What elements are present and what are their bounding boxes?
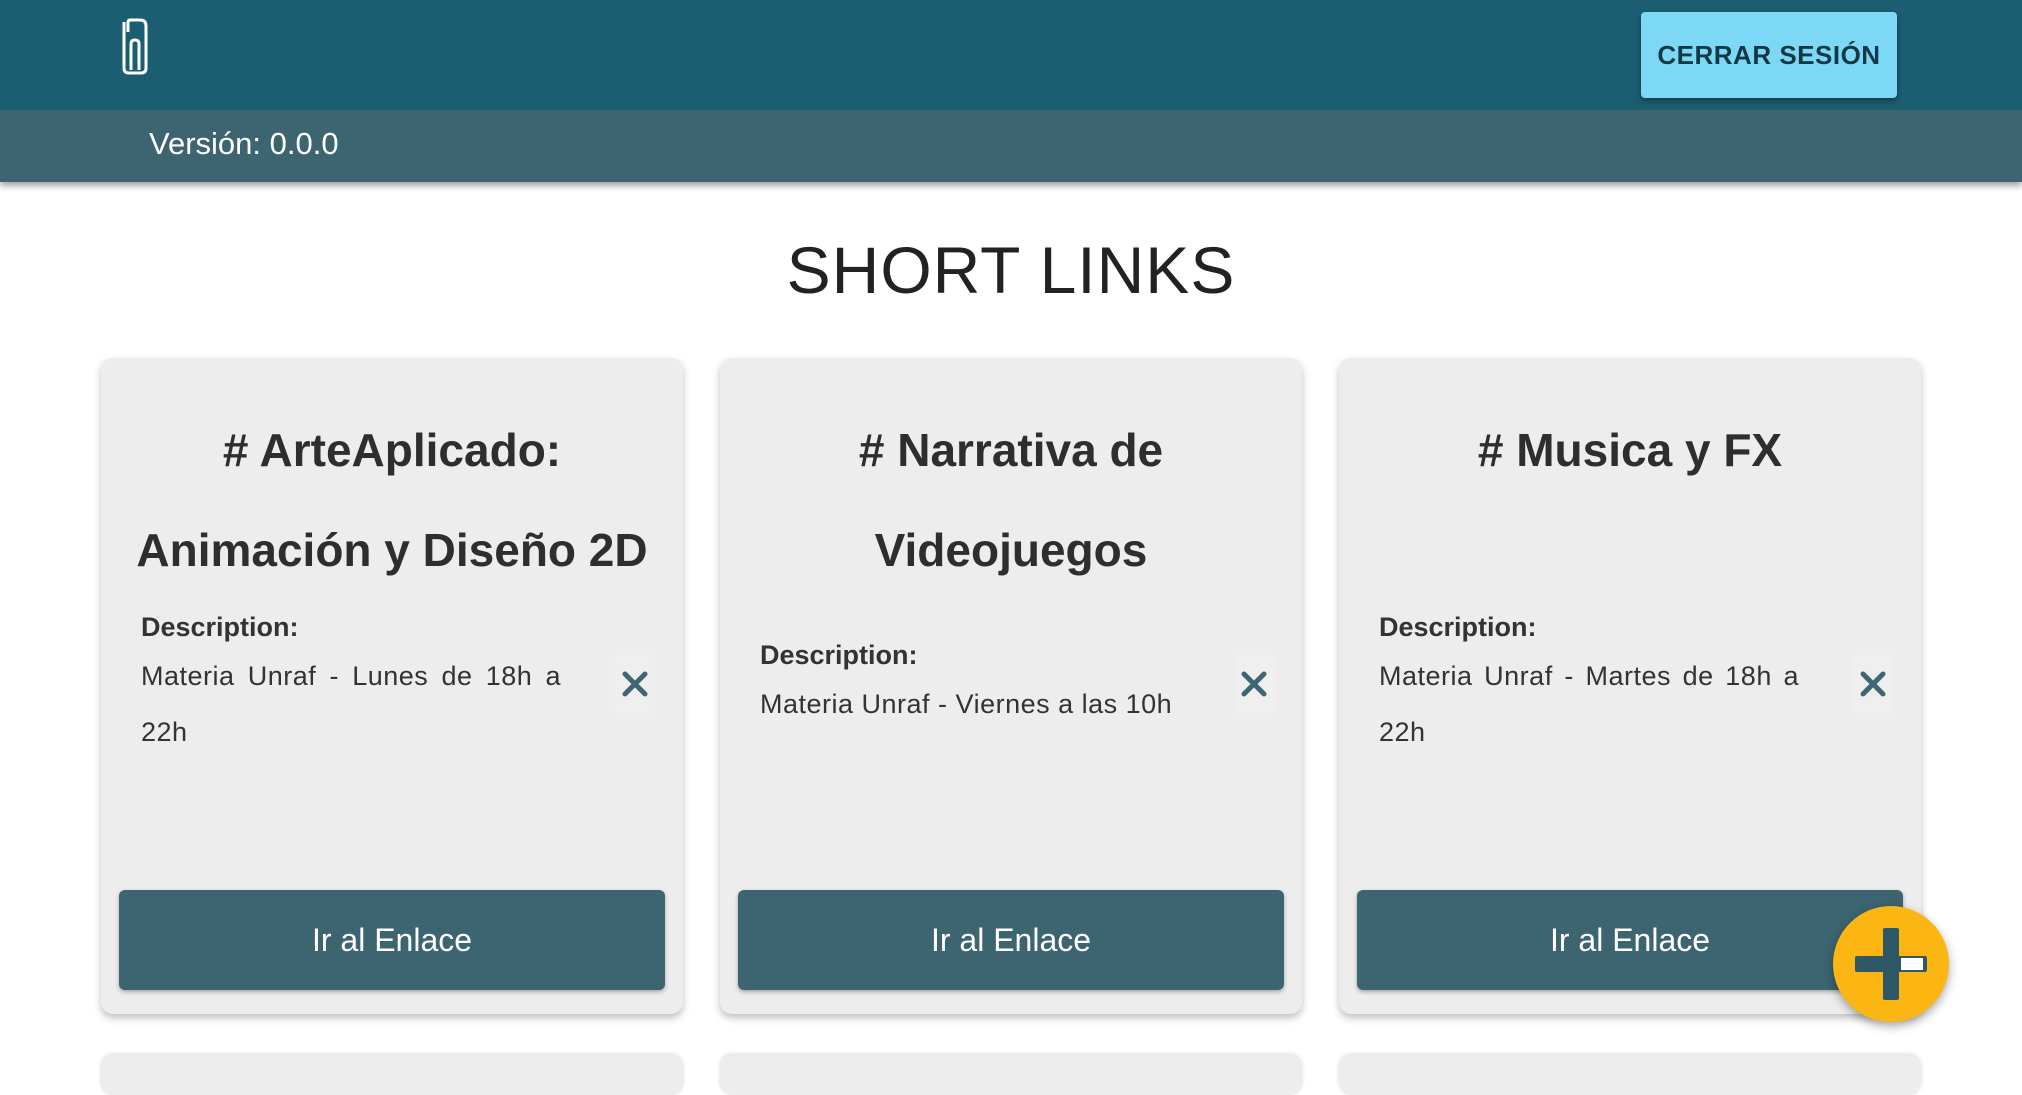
description-text: Materia Unraf - Lunes de 18h a 22h	[141, 661, 561, 747]
version-label: Versión: 0.0.0	[149, 126, 339, 161]
description-label: Description:	[141, 612, 299, 642]
description-text: Materia Unraf - Martes de 18h a 22h	[1379, 661, 1799, 747]
card-title-line-1: # ArteAplicado:	[222, 424, 562, 476]
card-title-line-1: # Narrativa de	[858, 424, 1164, 476]
link-card-partial	[101, 1055, 683, 1095]
go-to-link-button[interactable]: Ir al Enlace	[1357, 890, 1903, 990]
plus-icon	[1855, 928, 1927, 1000]
delete-button[interactable]	[1234, 654, 1274, 714]
link-card-partial	[720, 1055, 1302, 1095]
top-app-bar: CERRAR SESIÓN	[0, 0, 2022, 110]
logout-button[interactable]: CERRAR SESIÓN	[1641, 12, 1897, 98]
version-bar: Versión: 0.0.0	[0, 110, 2022, 182]
card-title: # Narrativa de Videojuegos	[740, 400, 1282, 600]
paperclip-icon[interactable]	[116, 16, 152, 76]
description-label: Description:	[760, 640, 918, 670]
link-card-partial	[1339, 1055, 1921, 1095]
card-title: # ArteAplicado: Animación y Diseño 2D	[121, 400, 663, 600]
description-text: Materia Unraf - Viernes a las 10h	[760, 689, 1173, 719]
card-title-line-2: Animación y Diseño 2D	[136, 524, 648, 576]
link-card: # Narrativa de Videojuegos Description: …	[720, 358, 1302, 1014]
card-title-line-1: # Musica y FX	[1477, 424, 1783, 476]
close-icon	[1241, 671, 1267, 697]
go-to-link-button[interactable]: Ir al Enlace	[119, 890, 665, 990]
go-to-link-button[interactable]: Ir al Enlace	[738, 890, 1284, 990]
card-title-line-2: Videojuegos	[874, 524, 1148, 576]
close-icon	[1860, 671, 1886, 697]
description-label: Description:	[1379, 612, 1537, 642]
card-title: # Musica y FX	[1359, 400, 1901, 500]
page-title: SHORT LINKS	[786, 233, 1236, 307]
delete-button[interactable]	[1853, 654, 1893, 714]
add-link-button[interactable]	[1833, 906, 1949, 1022]
link-card: # ArteAplicado: Animación y Diseño 2D De…	[101, 358, 683, 1014]
delete-button[interactable]	[615, 654, 655, 714]
close-icon	[622, 671, 648, 697]
